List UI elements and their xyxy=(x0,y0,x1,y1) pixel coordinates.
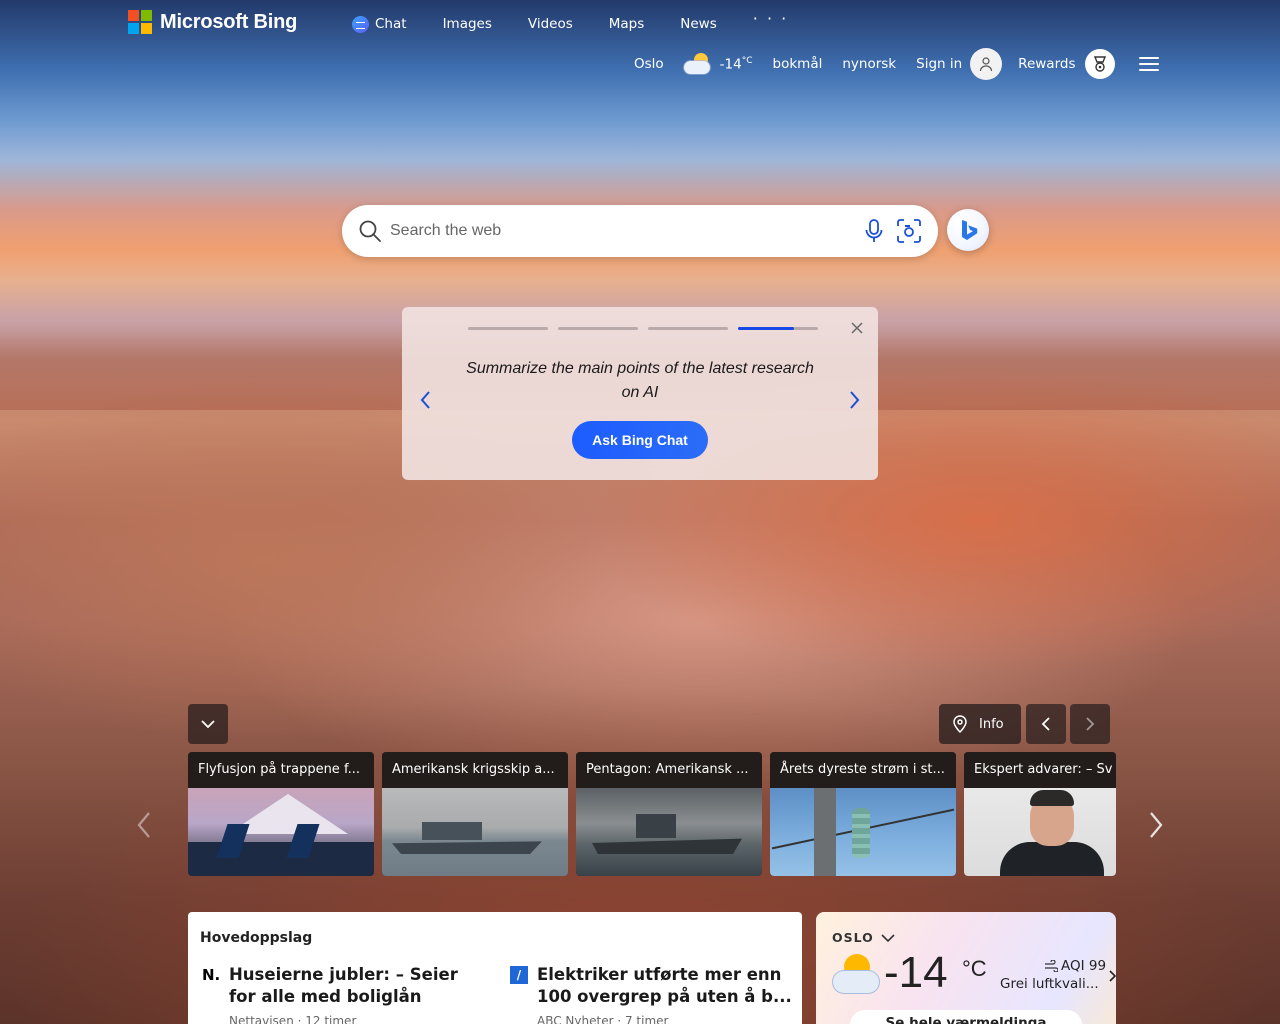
top-bar: Microsoft Bing Chat Images Videos Maps N… xyxy=(0,0,1280,90)
chevron-down-icon xyxy=(881,933,895,942)
news-card-image xyxy=(382,788,568,876)
prompt-progress xyxy=(468,327,818,330)
weather-mini[interactable]: -14°C xyxy=(683,51,753,77)
microphone-icon[interactable] xyxy=(862,218,886,244)
aqi-description: Grei luftkvali... xyxy=(1000,976,1099,992)
news-card-title: Årets dyreste strøm i st... xyxy=(770,752,956,788)
weather-panel[interactable]: OSLO -14 °C AQI 99 Grei luftkvali... Se … xyxy=(816,912,1116,1024)
news-card-title: Pentagon: Amerikansk ... xyxy=(576,752,762,788)
nav-images-label: Images xyxy=(442,16,492,32)
nav-chat[interactable]: Chat xyxy=(352,15,407,33)
news-card[interactable]: Pentagon: Amerikansk ... xyxy=(576,752,762,876)
prompt-text: Summarize the main points of the latest … xyxy=(466,360,814,401)
search-box xyxy=(342,205,938,257)
previous-image-button[interactable] xyxy=(1026,704,1066,744)
top-stories-title: Hovedoppslag xyxy=(200,930,313,946)
chevron-left-icon xyxy=(1041,717,1050,731)
ask-bing-chat-button[interactable]: Ask Bing Chat xyxy=(572,421,708,459)
partly-cloudy-icon xyxy=(830,952,882,998)
weather-location[interactable]: OSLO xyxy=(832,930,896,945)
news-card[interactable]: Årets dyreste strøm i st... xyxy=(770,752,956,876)
search-icon[interactable] xyxy=(358,219,382,243)
signin-label: Sign in xyxy=(916,56,963,72)
weather-temperature: -14 xyxy=(884,948,948,997)
news-card-image xyxy=(576,788,762,876)
story-headline[interactable]: Huseierne jubler: – Seier for alle med b… xyxy=(229,964,489,1008)
nav-news[interactable]: News xyxy=(680,15,716,33)
nav-images[interactable]: Images xyxy=(443,15,492,33)
carousel-next-icon[interactable] xyxy=(1146,810,1166,840)
location-pin-icon xyxy=(953,715,967,733)
chevron-right-icon xyxy=(1086,717,1095,731)
visual-search-icon[interactable] xyxy=(896,218,922,244)
weather-city-label: OSLO xyxy=(832,930,874,945)
carousel-prev-icon[interactable] xyxy=(134,810,154,840)
abc-nyheter-logo-icon: / xyxy=(510,966,528,984)
full-forecast-button[interactable]: Se hele værmeldinga xyxy=(850,1010,1082,1024)
nav-maps[interactable]: Maps xyxy=(609,15,645,33)
top-stories-panel: Hovedoppslag N. Huseierne jubler: – Seie… xyxy=(188,912,802,1024)
nav-chat-label: Chat xyxy=(375,16,407,32)
nav-maps-label: Maps xyxy=(608,16,645,32)
aqi-value: AQI 99 xyxy=(1044,958,1106,974)
aqi-label: AQI 99 xyxy=(1061,958,1107,974)
chevron-left-icon[interactable] xyxy=(418,389,434,411)
wind-icon xyxy=(1045,960,1058,972)
news-card[interactable]: Flyfusjon på trappene f... xyxy=(188,752,374,876)
news-card-title: Flyfusjon på trappene f... xyxy=(188,752,374,788)
bing-logo[interactable]: Microsoft Bing xyxy=(128,10,297,34)
chevron-down-icon xyxy=(201,720,215,729)
nav-videos[interactable]: Videos xyxy=(528,15,573,33)
news-card-image xyxy=(188,788,374,876)
bing-chat-button[interactable] xyxy=(947,209,989,251)
weather-unit: °C xyxy=(962,956,987,981)
header-right: Oslo -14°C bokmål nynorsk Sign in Reward… xyxy=(634,48,1179,80)
search-input[interactable] xyxy=(390,215,830,247)
lang-bokmal[interactable]: bokmål xyxy=(773,56,823,72)
avatar-icon xyxy=(970,48,1003,80)
image-info-button[interactable]: Info xyxy=(939,704,1021,744)
nettavisen-logo-icon: N. xyxy=(202,966,221,984)
nav-videos-label: Videos xyxy=(527,16,573,32)
weather-city[interactable]: Oslo xyxy=(634,56,664,72)
microsoft-logo-icon xyxy=(128,10,152,34)
news-card-image xyxy=(964,788,1116,876)
rewards-label: Rewards xyxy=(1018,56,1076,72)
partly-cloudy-icon xyxy=(683,51,712,77)
news-card[interactable]: Amerikansk krigsskip a... xyxy=(382,752,568,876)
hamburger-menu-icon[interactable] xyxy=(1139,57,1160,71)
nav-news-label: News xyxy=(680,16,717,32)
chevron-right-icon[interactable] xyxy=(1108,970,1116,982)
news-card[interactable]: Ekspert advarer: – Sv xyxy=(964,752,1116,876)
chat-prompt-card: Summarize the main points of the latest … xyxy=(402,307,878,480)
news-carousel: Flyfusjon på trappene f... Amerikansk kr… xyxy=(188,752,1116,876)
chevron-right-icon[interactable] xyxy=(846,389,862,411)
story-meta: ABC Nyheter · 7 timer xyxy=(537,1014,669,1024)
news-card-title: Amerikansk krigsskip a... xyxy=(382,752,568,788)
story-headline[interactable]: Elektriker utførte mer enn 100 overgrep … xyxy=(537,964,797,1008)
more-menu-button[interactable]: · · · xyxy=(753,9,788,28)
rewards-button[interactable]: Rewards xyxy=(1018,49,1116,79)
news-card-image xyxy=(770,788,956,876)
main-nav: Chat Images Videos Maps News · · · xyxy=(352,9,788,33)
news-card-title: Ekspert advarer: – Sv xyxy=(964,752,1116,788)
logo-text: Microsoft Bing xyxy=(160,10,298,33)
story-meta: Nettavisen · 12 timer xyxy=(229,1014,357,1024)
bing-b-icon xyxy=(962,220,978,240)
signin-button[interactable]: Sign in xyxy=(916,48,1003,80)
lang-nynorsk[interactable]: nynorsk xyxy=(842,56,896,72)
chat-icon xyxy=(352,15,369,33)
weather-temp: -14°C xyxy=(719,55,753,73)
collapse-button[interactable] xyxy=(188,704,228,744)
next-image-button[interactable] xyxy=(1070,704,1110,744)
info-label: Info xyxy=(979,716,1004,732)
rewards-medal-icon xyxy=(1085,49,1116,79)
close-icon[interactable] xyxy=(850,321,864,335)
